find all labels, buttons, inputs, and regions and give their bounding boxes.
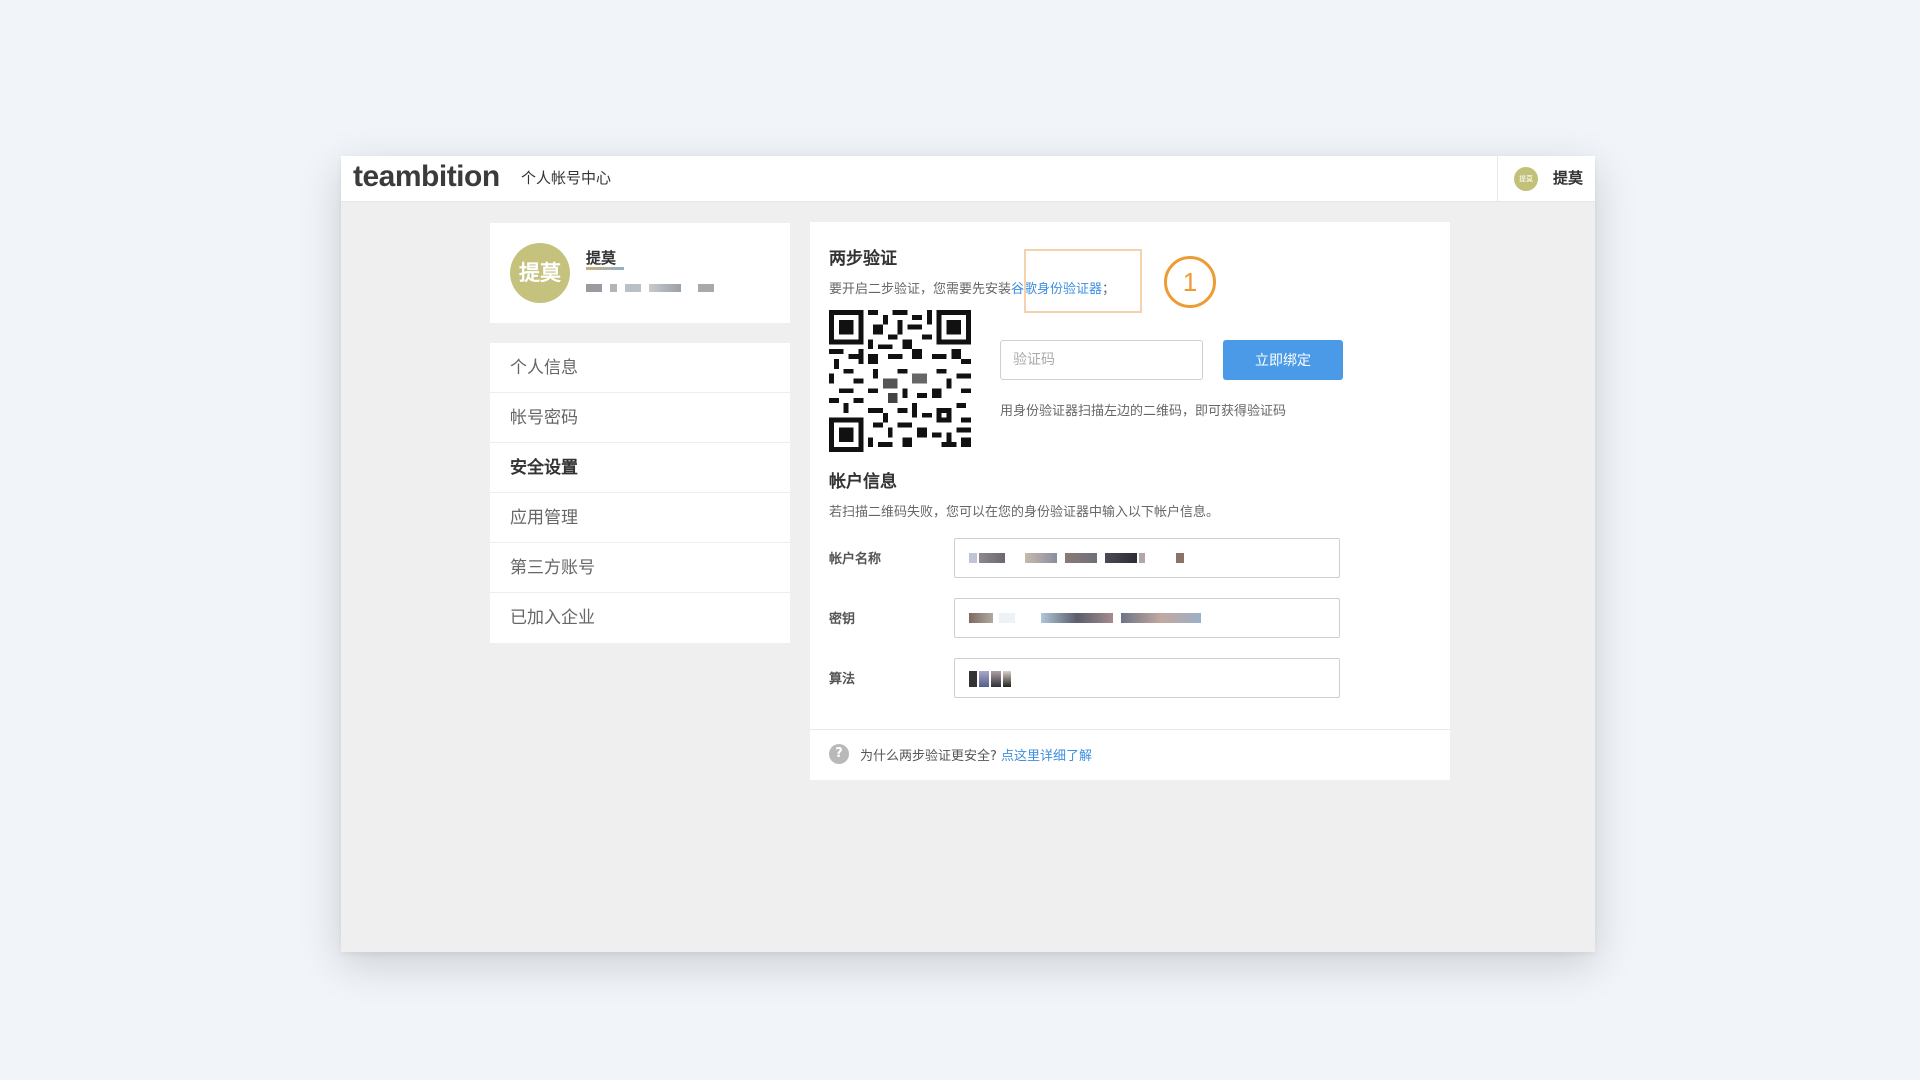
header-user-menu[interactable]: 提莫 提莫 <box>1497 156 1595 201</box>
footer-help-text: 为什么两步验证更安全? 点这里详细了解 <box>860 745 1092 764</box>
account-info-desc: 若扫描二维码失败，您可以在您的身份验证器中输入以下帐户信息。 <box>829 505 1220 520</box>
bind-now-button[interactable]: 立即绑定 <box>1223 340 1343 380</box>
profile-avatar: 提莫 <box>510 243 570 303</box>
menu-item-personal-info[interactable]: 个人信息 <box>490 343 790 393</box>
header-username[interactable]: 提莫 <box>1553 156 1583 201</box>
scan-hint: 用身份验证器扫描左边的二维码，即可获得验证码 <box>1000 404 1287 419</box>
app-window: teambition 个人帐号中心 提莫 提莫 提莫 提莫 个人信息 帐号密码 … <box>341 156 1595 952</box>
profile-card: 提莫 提莫 <box>490 223 790 323</box>
page-title: 个人帐号中心 <box>521 169 612 187</box>
security-panel: 两步验证 要开启二步验证，您需要先安装谷歌身份验证器； 1 验证码 立即绑定 用… <box>810 222 1450 780</box>
link-highlight-box <box>1024 249 1142 313</box>
verification-code-input[interactable] <box>1000 340 1203 380</box>
algorithm-label: 算法 <box>829 672 856 687</box>
teambition-logo[interactable]: teambition <box>353 156 500 201</box>
header-avatar[interactable]: 提莫 <box>1514 167 1538 191</box>
menu-item-joined-enterprises[interactable]: 已加入企业 <box>490 593 790 643</box>
menu-item-security-settings[interactable]: 安全设置 <box>490 443 790 493</box>
secret-key-redacted <box>969 613 1269 623</box>
algorithm-redacted <box>969 671 1269 687</box>
profile-name-underline <box>586 267 624 270</box>
question-icon: ? <box>829 744 849 764</box>
settings-menu: 个人信息 帐号密码 安全设置 应用管理 第三方账号 已加入企业 <box>490 343 790 643</box>
account-name-redacted <box>969 553 1269 563</box>
profile-email-redacted <box>586 284 726 292</box>
menu-item-app-management[interactable]: 应用管理 <box>490 493 790 543</box>
account-info-title: 帐户信息 <box>829 472 897 492</box>
footer-question: 为什么两步验证更安全? <box>860 749 997 764</box>
step-marker: 1 <box>1164 256 1216 308</box>
footer-divider <box>810 729 1450 730</box>
algorithm-field[interactable] <box>954 658 1340 698</box>
secret-key-field[interactable] <box>954 598 1340 638</box>
two-step-title: 两步验证 <box>829 249 897 269</box>
top-header: teambition 个人帐号中心 提莫 提莫 <box>341 156 1595 202</box>
learn-more-link[interactable]: 点这里详细了解 <box>1001 749 1092 764</box>
profile-name: 提莫 <box>586 249 617 267</box>
two-step-desc-prefix: 要开启二步验证，您需要先安装 <box>829 282 1012 297</box>
qr-code-image <box>829 310 971 452</box>
menu-item-account-password[interactable]: 帐号密码 <box>490 393 790 443</box>
menu-item-third-party-accounts[interactable]: 第三方账号 <box>490 543 790 593</box>
account-name-field[interactable] <box>954 538 1340 578</box>
secret-key-label: 密钥 <box>829 612 856 627</box>
account-name-label: 帐户名称 <box>829 552 882 567</box>
